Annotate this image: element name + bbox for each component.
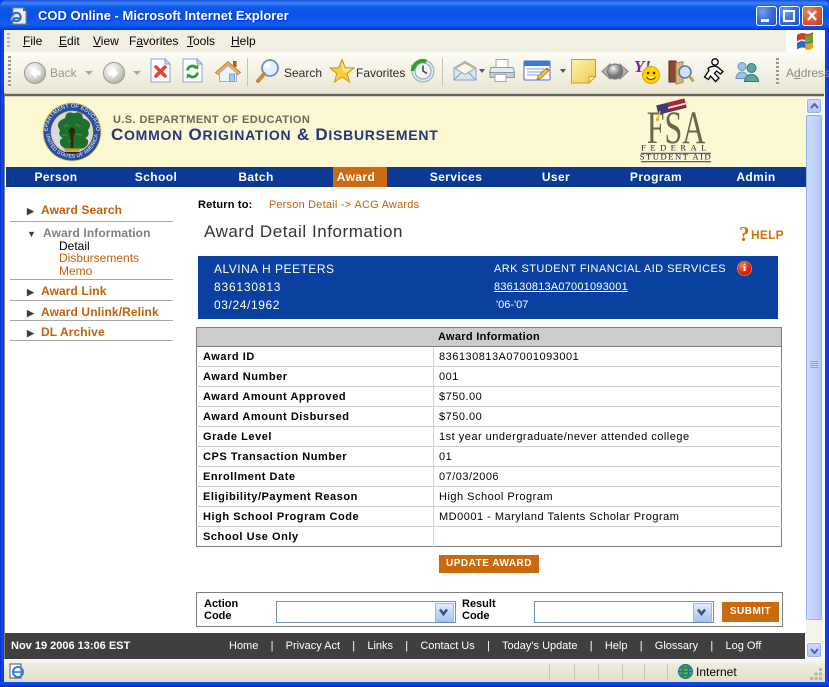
svg-text:STUDENT AID: STUDENT AID [640, 151, 712, 161]
